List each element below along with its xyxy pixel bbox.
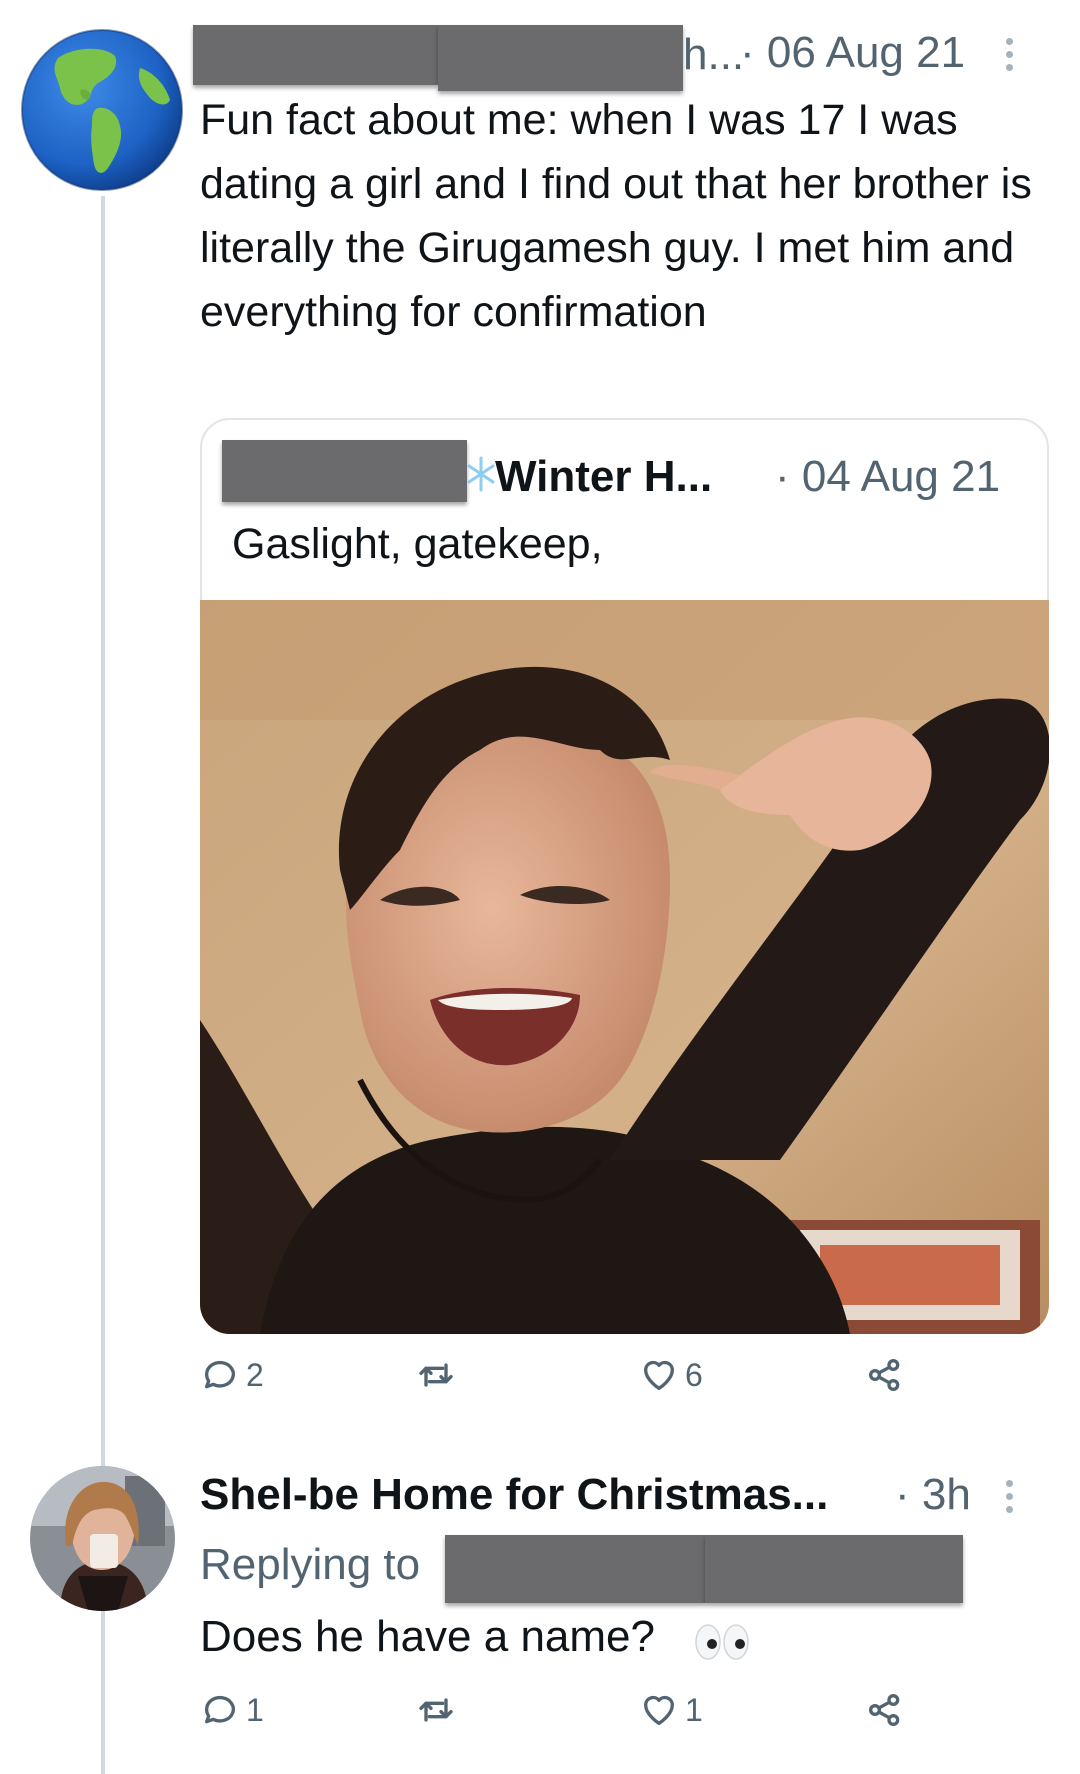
retweet-icon — [419, 1698, 453, 1722]
comment-icon — [205, 1695, 235, 1724]
author-name-tail: h... — [683, 30, 745, 79]
share-button[interactable] — [865, 1690, 905, 1730]
like-count: 6 — [685, 1356, 703, 1393]
globe-earth-icon — [21, 29, 183, 191]
avatar[interactable] — [20, 28, 184, 192]
quoted-author-name[interactable]: Winter H... — [495, 452, 712, 502]
reply-author-name[interactable]: Shel-be Home for Christmas... — [200, 1470, 828, 1520]
tweet-text: Fun fact about me: when I was 17 I was d… — [200, 96, 1032, 336]
snowflake-icon — [467, 456, 495, 492]
eyes-icon — [695, 1624, 749, 1660]
redacted-username — [438, 25, 683, 91]
reply-button[interactable]: 2 — [200, 1355, 264, 1395]
heart-icon — [644, 1695, 674, 1725]
comment-icon — [205, 1360, 235, 1389]
reply-more-options-icon[interactable] — [1006, 1480, 1018, 1519]
retweet-icon — [419, 1363, 453, 1387]
profile-photo — [30, 1466, 175, 1611]
reply-count: 2 — [246, 1356, 264, 1393]
photo-person-pointing — [200, 600, 1049, 1334]
tweet-thread: h... · 06 Aug 21 Fun fact about me: when… — [0, 0, 1080, 1774]
replying-to-label: Replying to — [200, 1540, 421, 1589]
share-button[interactable] — [865, 1355, 905, 1395]
more-options-icon[interactable] — [1006, 38, 1018, 77]
like-button[interactable]: 6 — [639, 1355, 703, 1395]
share-icon — [869, 1359, 900, 1391]
reply-text: Does he have a name? — [200, 1612, 655, 1661]
reply-button[interactable]: 1 — [200, 1690, 264, 1730]
quoted-tweet-image[interactable] — [200, 600, 1049, 1334]
tweet-actions: 2 6 — [200, 1355, 920, 1405]
heart-icon — [644, 1360, 674, 1390]
retweet-button[interactable] — [416, 1690, 462, 1730]
retweet-button[interactable] — [416, 1355, 462, 1395]
redacted-reply-target-2[interactable] — [705, 1535, 963, 1603]
reply-time[interactable]: · 3h — [895, 1470, 971, 1520]
tweet-date[interactable]: · 06 Aug 21 — [740, 28, 965, 78]
like-button[interactable]: 1 — [639, 1690, 703, 1730]
quoted-tweet-date[interactable]: · 04 Aug 21 — [775, 452, 1000, 502]
redacted-display-name — [193, 25, 438, 85]
redacted-reply-target[interactable] — [445, 1535, 705, 1603]
share-icon — [869, 1694, 900, 1726]
like-count: 1 — [685, 1691, 703, 1728]
quoted-tweet-text: Gaslight, gatekeep, — [232, 520, 603, 568]
reply-avatar[interactable] — [30, 1466, 175, 1611]
reply-tweet-actions: 1 1 — [200, 1690, 920, 1740]
reply-count: 1 — [246, 1691, 264, 1728]
redacted-quoted-author — [222, 440, 467, 502]
